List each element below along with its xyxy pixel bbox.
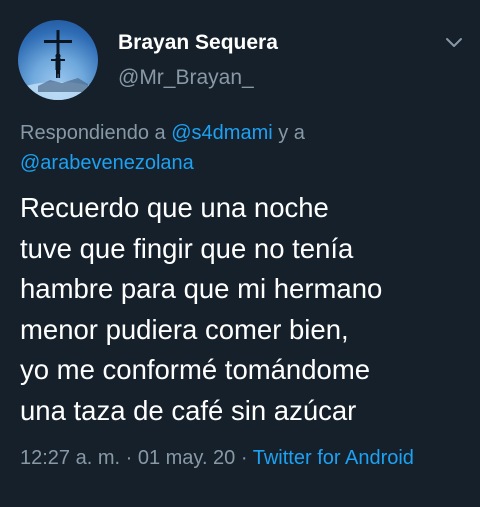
avatar-image (18, 30, 98, 100)
replying-to-label: Respondiendo a (20, 122, 172, 144)
mention-s4dmami[interactable]: @s4dmami (171, 122, 272, 144)
tweet-source-link[interactable]: Twitter for Android (253, 447, 414, 469)
tweet-date[interactable]: 01 may. 20 (138, 447, 235, 469)
display-name[interactable]: Brayan Sequera (118, 31, 278, 55)
avatar[interactable] (18, 20, 98, 100)
replying-to-joiner: y a (272, 122, 305, 144)
replying-to: Respondiendo a @s4dmami y a @arabevenezo… (20, 118, 470, 178)
tweet-text: Recuerdo que una noche tuve que fingir q… (20, 192, 383, 426)
tweet-time[interactable]: 12:27 a. m. (20, 447, 120, 469)
tweet-meta: 12:27 a. m. · 01 may. 20 · Twitter for A… (20, 443, 470, 474)
tweet-card: Brayan Sequera @Mr_Brayan_ Respondiendo … (0, 0, 480, 507)
mention-arabevenezolana[interactable]: @arabevenezolana (20, 152, 194, 174)
user-handle[interactable]: @Mr_Brayan_ (118, 66, 254, 90)
chevron-down-icon[interactable] (440, 30, 468, 54)
meta-separator: · (235, 447, 253, 469)
meta-separator: · (120, 447, 138, 469)
